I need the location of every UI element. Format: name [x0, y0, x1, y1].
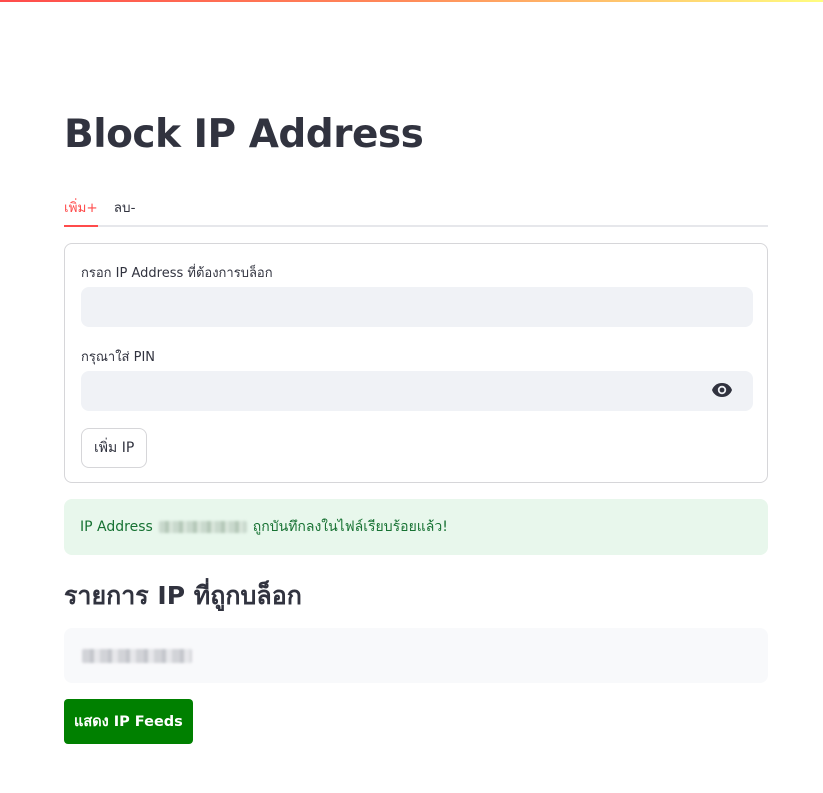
tab-bar: เพิ่ม+ ลบ- [64, 192, 768, 227]
eye-icon[interactable] [711, 382, 733, 398]
tab-add[interactable]: เพิ่ม+ [64, 192, 98, 227]
tab-remove[interactable]: ลบ- [114, 192, 136, 227]
page-title: Block IP Address [64, 112, 424, 157]
pin-label: กรุณาใส่ PIN [81, 350, 156, 365]
add-ip-form: กรอก IP Address ที่ต้องการบล็อก กรุณาใส่… [64, 243, 768, 483]
redacted-ip-entry [82, 648, 192, 663]
alert-prefix: IP Address [80, 519, 153, 535]
add-ip-button[interactable]: เพิ่ม IP [81, 428, 148, 468]
pin-input[interactable] [81, 371, 753, 411]
alert-suffix: ถูกบันทึกลงในไฟล์เรียบร้อยแล้ว! [252, 519, 448, 535]
redacted-ip [158, 521, 247, 533]
show-ip-feeds-button[interactable]: แสดง IP Feeds [64, 699, 193, 744]
blocked-list-heading: รายการ IP ที่ถูกบล็อก [64, 581, 302, 610]
blocked-ip-list [64, 628, 768, 683]
ip-address-label: กรอก IP Address ที่ต้องการบล็อก [81, 266, 273, 281]
ip-address-input[interactable] [81, 287, 753, 327]
top-decoration-bar [0, 0, 823, 2]
success-alert: IP Address ถูกบันทึกลงในไฟล์เรียบร้อยแล้… [64, 499, 768, 555]
